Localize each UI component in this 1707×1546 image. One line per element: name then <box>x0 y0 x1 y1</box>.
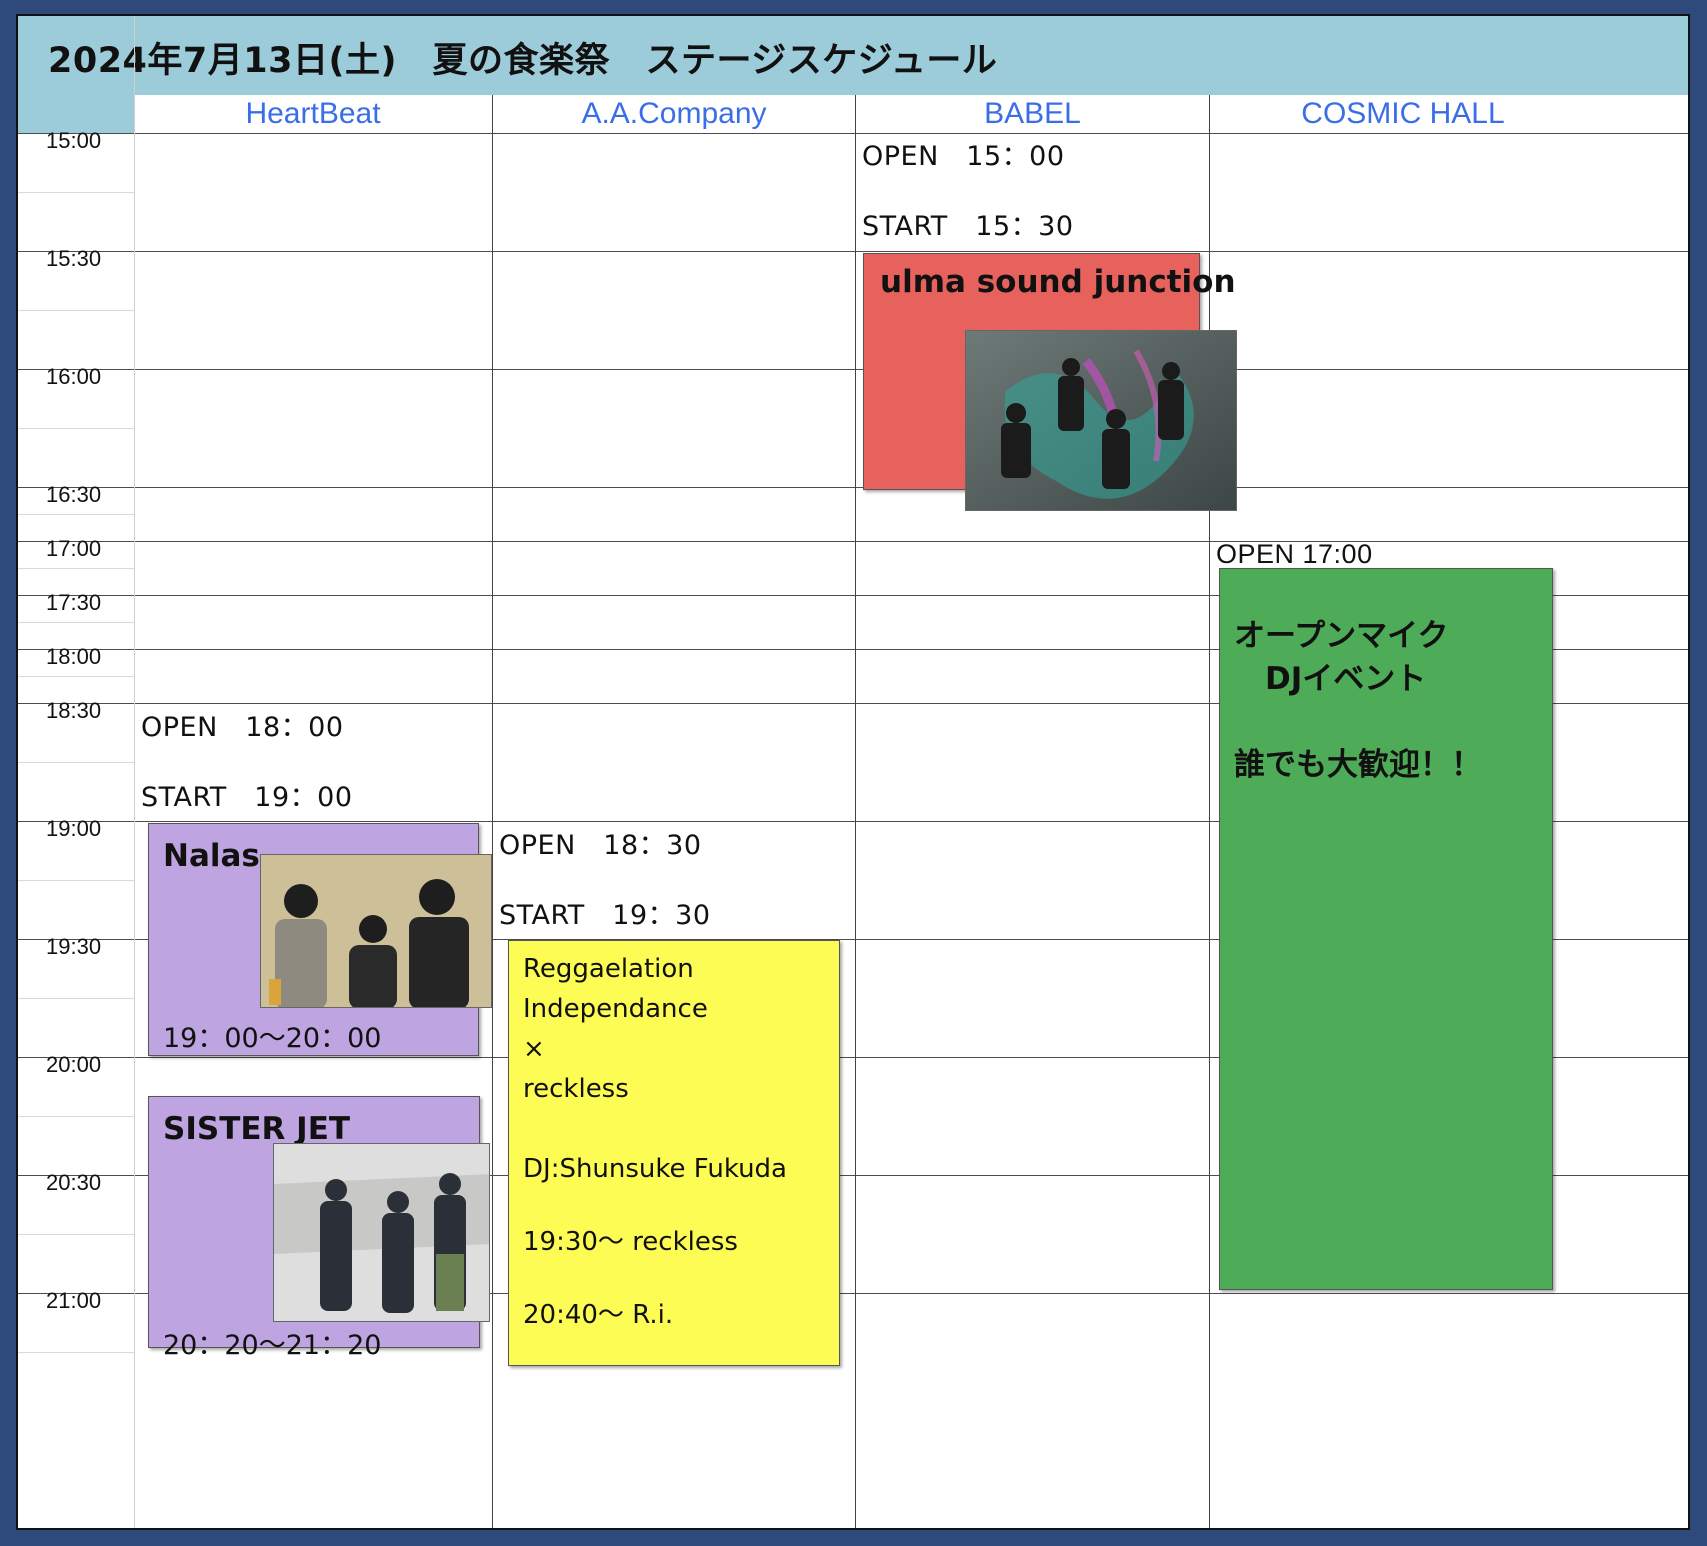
venue-header-babel: BABEL <box>984 97 1081 130</box>
grid-line-minor <box>18 622 134 623</box>
time-label: 15:30 <box>46 246 102 271</box>
babel-open-time: OPEN 15：00 <box>862 141 1065 172</box>
grid-line <box>18 369 1688 370</box>
event-line: オープンマイク <box>1234 618 1449 654</box>
act-name: ulma sound junction <box>880 264 1236 300</box>
time-label: 21:00 <box>46 1288 102 1313</box>
babel-start-time: START 15：30 <box>862 211 1074 242</box>
aacompany-open-time: OPEN 18：30 <box>499 830 702 861</box>
event-line <box>523 1109 787 1149</box>
event-line: DJイベント <box>1234 661 1427 697</box>
column-divider <box>134 16 135 1528</box>
title-bar: 2024年7月13日(土) 夏の食楽祭 ステージスケジュール <box>18 16 1688 95</box>
event-line: Independance <box>523 994 708 1024</box>
event-line: 20:40〜 R.i. <box>523 1300 674 1330</box>
grid-line-minor <box>18 568 134 569</box>
column-divider <box>492 95 493 1528</box>
act-name: Nalas <box>163 838 260 874</box>
grid-line-minor <box>18 1352 134 1353</box>
event-line <box>1234 701 1482 744</box>
band-photo-image <box>261 855 491 1007</box>
event-line <box>523 1189 787 1222</box>
event-line: DJ:Shunsuke Fukuda <box>523 1154 787 1184</box>
event-block-open-mic[interactable]: オープンマイク DJイベント 誰でも大歓迎！！ <box>1219 568 1553 1290</box>
time-label: 20:00 <box>46 1052 102 1077</box>
venue-header-heartbeat: HeartBeat <box>245 97 381 130</box>
act-photo-sister-jet <box>273 1143 490 1322</box>
band-photo-image <box>274 1144 489 1321</box>
schedule-sheet: 2024年7月13日(土) 夏の食楽祭 ステージスケジュール HeartBeat… <box>16 14 1690 1530</box>
time-label: 20:30 <box>46 1170 102 1195</box>
cosmic-open-time: OPEN 17:00 <box>1216 539 1373 569</box>
act-name: SISTER JET <box>163 1111 351 1147</box>
grid-line <box>18 487 1688 488</box>
grid-line-minor <box>18 428 134 429</box>
venue-header-cosmic-hall: COSMIC HALL <box>1301 97 1505 130</box>
event-block-reggaelation[interactable]: Reggaelation Independance × reckless DJ:… <box>508 940 840 1366</box>
grid-line-minor <box>18 514 134 515</box>
event-line: × <box>523 1034 545 1064</box>
grid-line-minor <box>18 880 134 881</box>
grid-line <box>18 251 1688 252</box>
grid-line-minor <box>18 998 134 999</box>
event-text: Reggaelation Independance × reckless DJ:… <box>523 949 787 1335</box>
column-divider <box>855 95 856 1528</box>
page-title: 2024年7月13日(土) 夏の食楽祭 ステージスケジュール <box>48 41 998 81</box>
band-photo-image <box>966 331 1236 510</box>
time-label: 19:00 <box>46 816 102 841</box>
grid-line <box>18 541 1688 542</box>
time-label: 17:00 <box>46 536 102 561</box>
aacompany-start-time: START 19：30 <box>499 900 711 931</box>
grid-line-minor <box>18 676 134 677</box>
event-line <box>523 1262 787 1295</box>
act-photo-ulma-sound-junction <box>965 330 1237 511</box>
column-divider <box>1209 95 1210 1528</box>
time-label: 16:00 <box>46 364 102 389</box>
event-line: 19:30〜 reckless <box>523 1227 738 1257</box>
event-text: オープンマイク DJイベント 誰でも大歓迎！！ <box>1234 615 1482 787</box>
act-time: 19：00〜20：00 <box>163 1023 382 1054</box>
event-line: Reggaelation <box>523 954 694 984</box>
heartbeat-start-time: START 19：00 <box>141 782 353 813</box>
event-line: 誰でも大歓迎！！ <box>1234 747 1482 783</box>
grid-line-minor <box>18 762 134 763</box>
time-label: 15:00 <box>46 128 102 153</box>
grid-line-minor <box>18 310 134 311</box>
time-label: 18:30 <box>46 698 102 723</box>
time-label: 19:30 <box>46 934 102 959</box>
heartbeat-open-time: OPEN 18：00 <box>141 712 344 743</box>
time-label: 17:30 <box>46 590 102 615</box>
grid-line <box>18 133 1688 134</box>
grid-line-minor <box>18 1234 134 1235</box>
time-label: 16:30 <box>46 482 102 507</box>
act-time: 20：20〜21：20 <box>163 1330 382 1361</box>
act-photo-nalas <box>260 854 492 1008</box>
time-label: 18:00 <box>46 644 102 669</box>
venue-header-aacompany: A.A.Company <box>581 97 767 130</box>
grid-line-minor <box>18 192 134 193</box>
grid-line-minor <box>18 1116 134 1117</box>
event-line: reckless <box>523 1074 629 1104</box>
